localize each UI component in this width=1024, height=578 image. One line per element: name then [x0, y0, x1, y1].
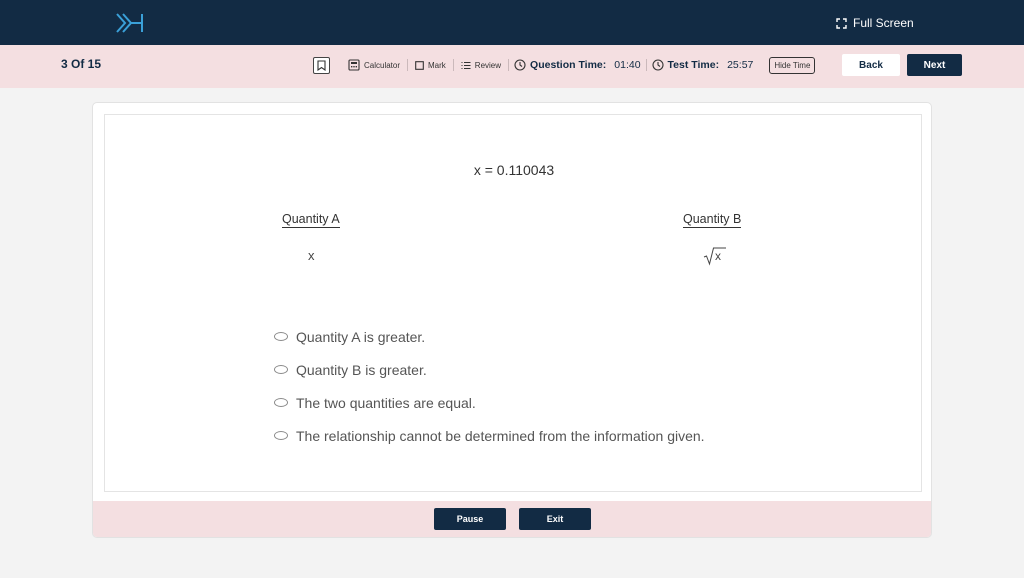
answer-choice-b[interactable]: Quantity B is greater. — [274, 353, 705, 386]
calculator-label: Calculator — [364, 60, 401, 70]
quantity-b-heading: Quantity B — [683, 212, 742, 228]
quantity-b-radicand: x — [715, 249, 721, 263]
review-button[interactable]: Review — [459, 61, 503, 70]
choice-label: Quantity B is greater. — [296, 361, 427, 378]
fullscreen-button[interactable]: Full Screen — [836, 15, 914, 31]
question-progress: 3 Of 15 — [61, 57, 102, 71]
answer-choice-d[interactable]: The relationship cannot be determined fr… — [274, 419, 705, 452]
answer-choice-a[interactable]: Quantity A is greater. — [274, 320, 705, 353]
bookmark-button[interactable] — [313, 56, 330, 74]
expand-icon — [836, 17, 847, 29]
given-equation: x = 0.110043 — [473, 162, 555, 178]
question-panel: x = 0.110043 Quantity A Quantity B x x Q… — [104, 114, 922, 492]
back-button[interactable]: Back — [842, 54, 900, 76]
pause-button[interactable]: Pause — [434, 508, 506, 530]
question-time-value: 01:40 — [614, 59, 641, 71]
fullscreen-label: Full Screen — [853, 16, 914, 30]
test-time-label: Test Time: — [667, 59, 720, 71]
clock-icon — [651, 59, 664, 71]
radio-button[interactable] — [274, 398, 288, 407]
divider — [407, 59, 409, 71]
question-timer: Question Time: 01:40 — [514, 59, 641, 71]
clock-icon — [514, 59, 526, 71]
choice-label: Quantity A is greater. — [296, 328, 426, 345]
next-button[interactable]: Next — [907, 54, 962, 76]
radio-button[interactable] — [274, 365, 288, 374]
radio-button[interactable] — [274, 332, 288, 341]
exit-button[interactable]: Exit — [519, 508, 591, 530]
chevrons-h-logo — [116, 13, 143, 33]
radio-button[interactable] — [274, 431, 288, 440]
hide-time-button[interactable]: Hide Time — [769, 56, 816, 74]
card-footer: Pause Exit — [93, 501, 931, 537]
answer-choice-c[interactable]: The two quantities are equal. — [274, 386, 705, 419]
bookmark-icon — [317, 59, 326, 71]
quantity-b-value: x — [703, 246, 727, 266]
mark-button[interactable]: Mark — [413, 61, 448, 70]
tool-group: Calculator Mark Review Question Time: 01… — [313, 55, 816, 75]
divider — [645, 59, 647, 71]
mark-checkbox-icon — [415, 60, 424, 70]
test-timer: Test Time: 25:57 — [651, 59, 754, 71]
answer-choices: Quantity A is greater. Quantity B is gre… — [274, 320, 705, 452]
choice-label: The relationship cannot be determined fr… — [296, 427, 705, 444]
calculator-icon — [348, 59, 360, 71]
question-time-label: Question Time: — [530, 59, 607, 71]
divider — [508, 59, 510, 71]
top-bar: Full Screen — [0, 0, 1024, 45]
divider — [452, 59, 454, 71]
choice-label: The two quantities are equal. — [296, 394, 476, 411]
review-label: Review — [474, 60, 502, 70]
exam-toolbar: 3 Of 15 Calculator Mark Review Question … — [0, 45, 1024, 88]
quantity-a-heading: Quantity A — [282, 212, 340, 228]
list-icon — [461, 61, 471, 69]
quantity-a-value: x — [308, 248, 315, 263]
question-card: x = 0.110043 Quantity A Quantity B x x Q… — [92, 102, 932, 538]
test-time-value: 25:57 — [727, 59, 754, 71]
calculator-button[interactable]: Calculator — [346, 59, 402, 71]
mark-label: Mark — [428, 60, 446, 70]
